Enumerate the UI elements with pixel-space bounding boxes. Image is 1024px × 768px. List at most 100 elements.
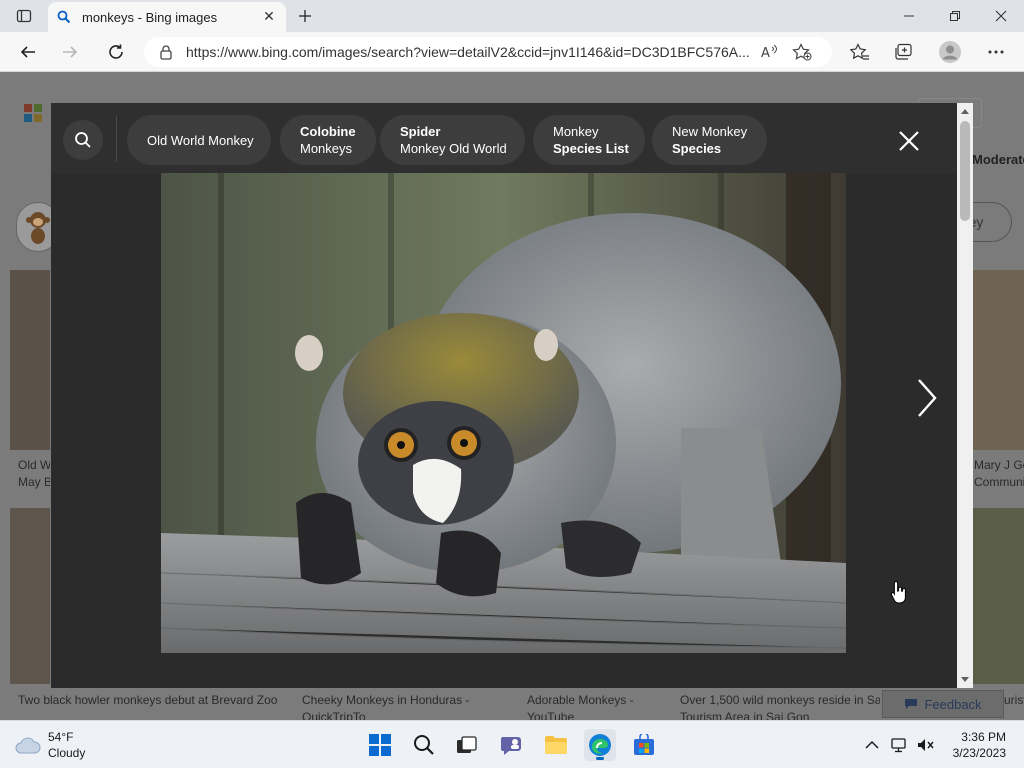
result-caption[interactable]: Two black howler monkeys debut at Brevar… xyxy=(18,692,288,709)
minimize-icon xyxy=(904,15,914,17)
profile-button[interactable] xyxy=(936,38,964,66)
related-chip-spider-monkey[interactable]: Spider Monkey Old World xyxy=(380,115,525,165)
address-bar[interactable]: https://www.bing.com/images/search?view=… xyxy=(144,37,832,67)
overlay-scrollbar[interactable] xyxy=(957,103,973,688)
task-view-icon xyxy=(457,736,477,753)
result-caption[interactable]: Communic xyxy=(974,474,1024,491)
close-icon xyxy=(995,10,1007,22)
chip-line1: Spider xyxy=(400,124,441,139)
chip-line2: Species List xyxy=(553,141,629,156)
back-button[interactable] xyxy=(14,38,42,66)
clock-date: 3/23/2023 xyxy=(952,746,1006,760)
add-favorite-icon[interactable] xyxy=(789,39,815,65)
plus-icon xyxy=(299,10,311,22)
clock-time: 3:36 PM xyxy=(961,730,1006,744)
tab-actions-button[interactable] xyxy=(8,4,40,28)
chip-line2: Monkey Old World xyxy=(400,141,507,156)
browser-tab-strip: monkeys - Bing images ✕ xyxy=(0,0,1024,32)
lock-icon[interactable] xyxy=(158,44,174,60)
result-caption[interactable]: QuickTripTo xyxy=(302,709,512,720)
read-aloud-icon[interactable]: A xyxy=(757,39,783,65)
edge-logo-icon xyxy=(589,734,611,756)
result-caption[interactable]: Old W xyxy=(18,457,50,474)
main-monkey-image[interactable] xyxy=(161,173,846,653)
related-searches-bar: Old World Monkey Colobine Monkeys Spider… xyxy=(51,103,957,173)
address-url-input[interactable]: https://www.bing.com/images/search?view=… xyxy=(186,44,751,60)
header-divider xyxy=(116,116,117,162)
result-caption[interactable]: Over 1,500 wild monkeys reside in Sai xyxy=(680,692,880,709)
chip-line1: Old World Monkey xyxy=(147,132,254,148)
result-caption[interactable]: Adorable Monkeys - xyxy=(527,692,667,709)
related-chip-monkey-species-list[interactable]: Monkey Species List xyxy=(533,115,645,165)
window-controls xyxy=(886,0,1024,32)
result-caption[interactable]: May B xyxy=(18,474,50,491)
network-status-button[interactable] xyxy=(890,735,910,755)
result-caption[interactable]: Cheeky Monkeys in Honduras - xyxy=(302,692,512,709)
refresh-button[interactable] xyxy=(102,38,130,66)
file-explorer-button[interactable] xyxy=(540,729,572,761)
microsoft-store-button[interactable] xyxy=(628,729,660,761)
chip-line1: Monkey xyxy=(553,124,599,139)
volume-muted-icon xyxy=(918,739,934,751)
result-thumbnail[interactable] xyxy=(973,508,1024,684)
new-tab-button[interactable] xyxy=(292,4,318,28)
weather-condition: Cloudy xyxy=(48,746,86,760)
scroll-up-arrow-icon[interactable] xyxy=(957,103,973,119)
result-thumbnail[interactable] xyxy=(10,508,50,684)
chip-line2: Species xyxy=(672,141,722,156)
chip-line1: New Monkey xyxy=(672,124,748,139)
weather-widget[interactable]: 54°F Cloudy xyxy=(14,729,85,761)
edge-browser-button[interactable] xyxy=(584,729,616,761)
result-caption[interactable]: urist xyxy=(1004,692,1024,709)
feedback-button[interactable]: Feedback xyxy=(882,690,1004,718)
close-window-button[interactable] xyxy=(978,0,1024,32)
windows-taskbar: 54°F Cloudy 3:36 PM 3/23/2023 xyxy=(0,720,1024,768)
network-icon xyxy=(891,738,906,753)
related-chip-old-world-monkey[interactable]: Old World Monkey xyxy=(127,115,271,165)
favorites-icon xyxy=(850,43,869,60)
result-thumbnail[interactable] xyxy=(10,270,50,450)
result-thumbnail[interactable] xyxy=(973,270,1024,450)
arrow-right-icon xyxy=(63,46,78,58)
search-icon xyxy=(414,735,434,755)
close-icon xyxy=(899,131,919,151)
monkey-photo xyxy=(161,173,846,653)
close-overlay-button[interactable] xyxy=(889,121,929,161)
restore-icon xyxy=(950,11,960,21)
result-caption[interactable]: Mary J Ge xyxy=(974,457,1024,474)
favorites-button[interactable] xyxy=(846,38,874,66)
restore-button[interactable] xyxy=(932,0,978,32)
teams-chat-button[interactable] xyxy=(496,729,528,761)
arrow-left-icon xyxy=(20,46,35,58)
result-caption[interactable]: YouTube xyxy=(527,709,667,720)
store-bag-icon xyxy=(634,734,654,755)
tab-actions-icon xyxy=(16,9,32,23)
scrollbar-thumb[interactable] xyxy=(960,121,970,221)
scroll-down-arrow-icon[interactable] xyxy=(957,672,973,688)
taskbar-search-button[interactable] xyxy=(408,729,440,761)
collections-button[interactable] xyxy=(890,38,918,66)
chevron-right-icon xyxy=(918,379,937,417)
start-button[interactable] xyxy=(364,729,396,761)
task-view-button[interactable] xyxy=(451,729,483,761)
visual-search-button[interactable] xyxy=(63,120,103,160)
minimize-button[interactable] xyxy=(886,0,932,32)
system-clock[interactable]: 3:36 PM 3/23/2023 xyxy=(953,729,1006,761)
hand-pointer-cursor-icon xyxy=(890,580,906,604)
settings-more-button[interactable] xyxy=(982,38,1010,66)
weather-temperature: 54°F xyxy=(48,730,74,744)
volume-button[interactable] xyxy=(916,735,936,755)
forward-button[interactable] xyxy=(56,38,84,66)
safesearch-moderate-label[interactable]: Moderate xyxy=(972,152,1024,167)
tab-close-icon[interactable]: ✕ xyxy=(260,8,278,26)
result-caption[interactable]: Tourism Area in Sai Gon xyxy=(680,709,880,720)
feedback-label: Feedback xyxy=(924,696,982,712)
folder-icon xyxy=(545,736,567,754)
windows-logo-icon xyxy=(369,734,391,756)
show-hidden-icons-button[interactable] xyxy=(862,735,882,755)
browser-tab-active[interactable]: monkeys - Bing images ✕ xyxy=(48,2,286,32)
related-chip-new-monkey-species[interactable]: New Monkey Species xyxy=(652,115,767,165)
related-chip-colobine-monkeys[interactable]: Colobine Monkeys xyxy=(280,115,376,165)
browser-toolbar: https://www.bing.com/images/search?view=… xyxy=(0,32,1024,72)
next-image-button[interactable] xyxy=(909,373,945,423)
